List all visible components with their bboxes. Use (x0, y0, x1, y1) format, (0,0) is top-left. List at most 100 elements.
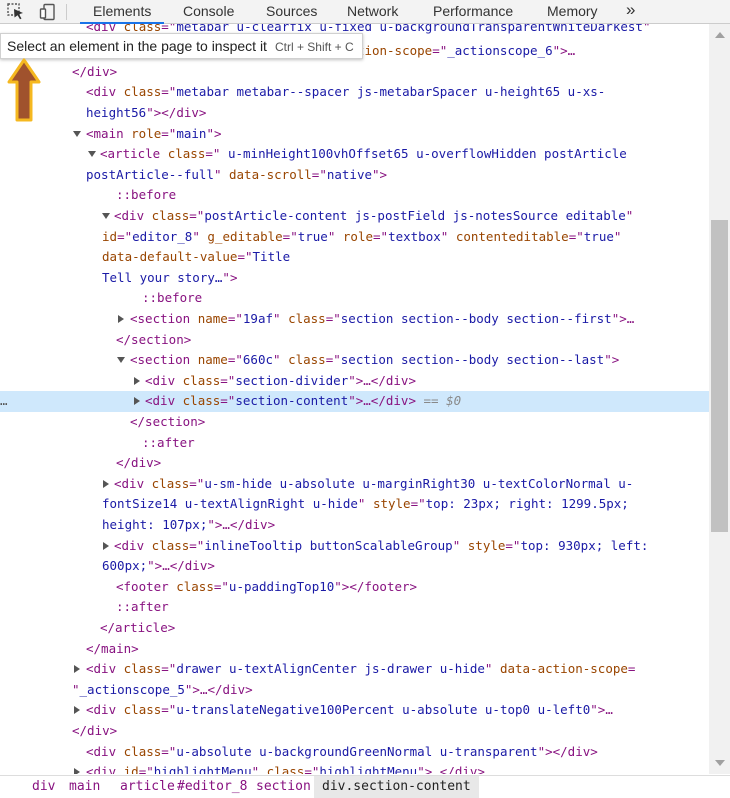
markup-token: section-content (235, 393, 349, 409)
markup-token: class (182, 393, 221, 409)
elements-tree[interactable]: <div class="metabar u-clearfix u-fixed u… (0, 24, 709, 774)
node-markup: <div class="inlineTooltip buttonScalable… (114, 536, 648, 557)
expand-triangle-open-icon[interactable] (73, 130, 81, 137)
selected-node-row[interactable]: … <div class="section-content">…</div> ==… (0, 391, 709, 412)
markup-token: <div (86, 764, 124, 774)
dom-node-row[interactable]: </article> (0, 618, 709, 639)
markup-token: <div (86, 702, 124, 718)
node-markup: postArticle--full" data-scroll="native"> (86, 165, 387, 186)
device-toolbar-button[interactable] (34, 0, 60, 23)
breadcrumb-editor[interactable]: #editor_8 (177, 776, 247, 798)
markup-token: =" (237, 249, 253, 265)
dom-node-row[interactable]: ::before (0, 288, 709, 309)
node-markup: <div id="highlightMenu" class="highlight… (86, 762, 485, 774)
expand-triangle-closed-icon[interactable] (74, 706, 80, 715)
dom-node-row[interactable]: <div class="u-absolute u-backgroundGreen… (0, 742, 709, 763)
markup-token: "></div> (537, 743, 598, 759)
node-markup: <div class="section-content">…</div> == … (145, 391, 461, 412)
markup-token: section-divider (235, 372, 349, 388)
expand-triangle-open-icon[interactable] (88, 151, 96, 158)
expand-triangle-closed-icon[interactable] (74, 665, 80, 674)
expand-triangle-open-icon[interactable] (117, 357, 125, 364)
markup-token: "> (206, 125, 222, 141)
dom-node-row[interactable]: </div> (0, 721, 709, 742)
dom-node-row[interactable]: <div class="metabar metabar--spacer js-m… (0, 82, 709, 103)
markup-token: height: 107px; (102, 516, 208, 532)
expand-triangle-closed-icon[interactable] (103, 479, 109, 488)
dom-node-row[interactable]: <div class="postArticle-content js-postF… (0, 206, 709, 227)
markup-token: style (467, 537, 506, 553)
dom-node-row[interactable]: <div class="section-divider">…</div> (0, 371, 709, 392)
dom-node-row[interactable]: </div> (0, 453, 709, 474)
dom-node-row[interactable]: "_actionscope_5">…</div> (0, 680, 709, 701)
markup-token: name (197, 352, 228, 368)
markup-token: _actionscope_6 (447, 43, 553, 59)
dom-node-row[interactable]: id="editor_8" g_editable="true" role="te… (0, 227, 709, 248)
expand-triangle-closed-icon[interactable] (118, 314, 124, 323)
dom-node-row[interactable]: fontSize14 u-textAlignRight u-hide" styl… (0, 494, 709, 515)
tab-network[interactable]: Network (347, 0, 398, 23)
tab-console[interactable]: Console (183, 0, 234, 23)
scrollbar-thumb[interactable] (711, 220, 728, 532)
dom-node-row[interactable]: <div class="drawer u-textAlignCenter js-… (0, 659, 709, 680)
breadcrumb-main[interactable]: main (69, 776, 100, 798)
dom-node-row[interactable]: <div id="highlightMenu" class="highlight… (0, 762, 709, 774)
dom-node-row[interactable]: <div class="inlineTooltip buttonScalable… (0, 536, 709, 557)
expand-triangle-closed-icon[interactable] (134, 376, 140, 385)
markup-token: =" (505, 537, 521, 553)
node-markup: height56"></div> (86, 103, 206, 124)
markup-token: =" (213, 578, 229, 594)
breadcrumb-section-content[interactable]: div.section-content (314, 776, 479, 798)
node-markup: </main> (86, 639, 139, 660)
expand-triangle-closed-icon[interactable] (103, 541, 109, 550)
inspect-element-button[interactable] (2, 0, 28, 23)
expand-triangle-open-icon[interactable] (102, 212, 110, 219)
tab-elements[interactable]: Elements (79, 0, 165, 24)
dom-node-row[interactable]: height56"></div> (0, 103, 709, 124)
dom-node-row[interactable]: </section> (0, 412, 709, 433)
markup-token: =" (220, 372, 236, 388)
dom-node-row[interactable]: <div class="u-sm-hide u-absolute u-margi… (0, 474, 709, 495)
markup-token: 19af (242, 310, 274, 326)
breadcrumb-section[interactable]: section (256, 776, 311, 798)
markup-token: true (583, 228, 614, 244)
dom-node-row[interactable]: height: 107px;">…</div> (0, 515, 709, 536)
markup-token: u-translateNegative100Percent u-absolute… (176, 702, 591, 718)
node-markup: </div> (116, 453, 161, 474)
dom-node-row[interactable]: 600px;">…</div> (0, 556, 709, 577)
dom-node-row[interactable]: ::before (0, 185, 709, 206)
dom-node-row[interactable]: <footer class="u-paddingTop10"></footer> (0, 577, 709, 598)
markup-token: main (176, 125, 207, 141)
dom-node-row[interactable]: </div> (0, 62, 709, 83)
dom-node-row[interactable]: </main> (0, 639, 709, 660)
dom-node-row[interactable]: <section name="660c" class="section sect… (0, 350, 709, 371)
dom-node-row[interactable]: </section> (0, 330, 709, 351)
expand-triangle-closed-icon[interactable] (74, 768, 80, 774)
expand-triangle-closed-icon[interactable] (134, 397, 140, 406)
dom-node-row[interactable]: <div class="u-translateNegative100Percen… (0, 700, 709, 721)
dom-node-row[interactable]: <main role="main"> (0, 124, 709, 145)
tab-performance[interactable]: Performance (433, 0, 513, 23)
dom-node-row[interactable]: ::after (0, 597, 709, 618)
breadcrumb-article[interactable]: article (120, 776, 175, 798)
dom-node-row[interactable]: <article class=" u-minHeight100vhOffset6… (0, 144, 709, 165)
node-actions-icon[interactable]: … (0, 391, 8, 412)
dom-node-row[interactable]: data-default-value="Title (0, 247, 709, 268)
more-tabs-button[interactable]: » (626, 0, 635, 23)
tab-sources[interactable]: Sources (266, 0, 317, 23)
markup-token: class (182, 372, 221, 388)
vertical-scrollbar[interactable] (709, 24, 730, 774)
markup-token: class (266, 764, 305, 774)
markup-token: Tell your story… (102, 269, 223, 285)
tab-memory[interactable]: Memory (547, 0, 598, 23)
dom-node-row[interactable]: Tell your story…"> (0, 268, 709, 289)
breadcrumb-div[interactable]: div (32, 776, 55, 798)
dom-node-row[interactable]: postArticle--full" data-scroll="native"> (0, 165, 709, 186)
markup-token: =" (161, 84, 177, 100)
markup-token: " (357, 496, 373, 512)
dom-node-row[interactable]: ::after (0, 433, 709, 454)
scroll-up-icon[interactable] (715, 32, 725, 38)
dom-node-row[interactable]: <section name="19af" class="section sect… (0, 309, 709, 330)
node-markup: </section> (116, 330, 191, 351)
scroll-down-icon[interactable] (715, 760, 725, 766)
